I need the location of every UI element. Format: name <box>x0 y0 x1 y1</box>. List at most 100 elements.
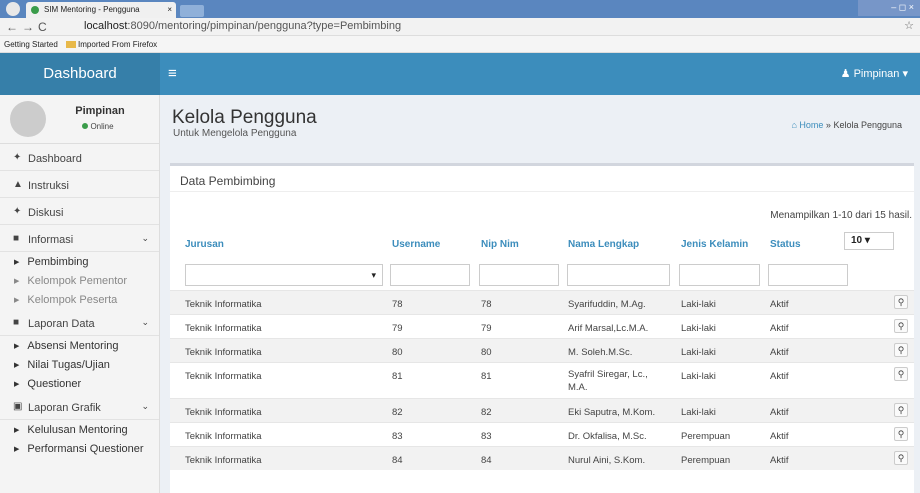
browser-menu-icon[interactable] <box>6 2 20 16</box>
view-search-icon[interactable]: ⚲ <box>894 427 908 441</box>
table-cell: M. Soleh.M.Sc. <box>568 347 633 358</box>
view-search-icon[interactable]: ⚲ <box>894 319 908 333</box>
tab-close-icon[interactable]: × <box>167 5 172 14</box>
logo[interactable]: Dashboard <box>0 53 160 95</box>
table-cell: Teknik Informatika <box>185 347 262 358</box>
table-cell: 83 <box>392 431 403 442</box>
table-cell: Aktif <box>770 431 789 442</box>
browser-tab[interactable]: SIM Mentoring - Pengguna × <box>26 2 176 18</box>
page-size-select[interactable]: 10 ▾ <box>844 232 894 250</box>
view-search-icon[interactable]: ⚲ <box>894 367 908 381</box>
bookmark-star-icon[interactable]: ☆ <box>904 19 914 32</box>
sidebar-item-dashboard[interactable]: ✦ Dashboard <box>0 144 159 171</box>
table-cell: Laki-laki <box>681 347 716 358</box>
hamburger-menu-icon[interactable]: ≡ <box>168 65 177 82</box>
main-content: Kelola Pengguna Untuk Mengelola Pengguna… <box>160 95 920 493</box>
browser-tab-strip: SIM Mentoring - Pengguna × – ◻ × <box>0 0 920 18</box>
table-cell: Perempuan <box>681 431 731 442</box>
filter-jurusan-select[interactable]: ▾ <box>185 264 383 286</box>
table-cell: 81 <box>481 371 492 382</box>
new-tab-button[interactable] <box>180 5 204 17</box>
table-cell: Teknik Informatika <box>185 455 262 466</box>
favicon-icon <box>31 6 39 14</box>
header-nama-lengkap[interactable]: Nama Lengkap <box>568 239 639 250</box>
window-controls[interactable]: – ◻ × <box>858 0 920 16</box>
sidebar-item-diskusi[interactable]: ✦ Diskusi <box>0 198 159 225</box>
filter-jenis-kelamin-input[interactable] <box>679 264 760 286</box>
table-cell: 81 <box>392 371 403 382</box>
sidebar-item-informasi[interactable]: ■ Informasi ⌄ <box>0 225 159 252</box>
table-cell: 82 <box>392 407 403 418</box>
table-cell: 82 <box>481 407 492 418</box>
table-row: Teknik Informatika 80 80 M. Soleh.M.Sc. Laki… <box>170 338 914 362</box>
table-cell: Aktif <box>770 407 789 418</box>
sidebar-subitem-kelulusan[interactable]: ▶ Kelulusan Mentoring <box>0 420 159 439</box>
table-cell: Perempuan <box>681 455 731 466</box>
sidebar-subitem-kelompok-peserta[interactable]: ▶ Kelompok Peserta <box>0 290 159 309</box>
user-icon: ♟ <box>840 68 851 80</box>
sidebar-item-laporan-grafik[interactable]: ▣ Laporan Grafik ⌄ <box>0 393 159 420</box>
back-forward-reload[interactable]: ←→C <box>6 20 51 34</box>
bookmark-getting-started[interactable]: Getting Started <box>4 40 58 49</box>
filter-nama-input[interactable] <box>567 264 670 286</box>
sidebar-item-instruksi[interactable]: ▲ Instruksi <box>0 171 159 198</box>
sidebar-subitem-pembimbing[interactable]: ▶ Pembimbing <box>0 252 159 271</box>
table-cell: 84 <box>481 455 492 466</box>
sidebar-subitem-nilai[interactable]: ▶ Nilai Tugas/Ujian <box>0 355 159 374</box>
sidebar: Pimpinan Online ✦ Dashboard ▲ Instruksi ✦ D… <box>0 95 160 493</box>
sidebar-user-name: Pimpinan <box>75 105 125 117</box>
table-cell: Laki-laki <box>681 299 716 310</box>
breadcrumb-current: Kelola Pengguna <box>833 120 902 130</box>
header-jenis-kelamin[interactable]: Jenis Kelamin <box>681 239 748 250</box>
table-cell: 78 <box>481 299 492 310</box>
table-cell: Aktif <box>770 455 789 466</box>
data-box: Data Pembimbing Menampilkan 1-10 dari 15… <box>170 163 914 493</box>
view-search-icon[interactable]: ⚲ <box>894 451 908 465</box>
table-body: Teknik Informatika 78 78 Syarifuddin, M.Ag.… <box>170 290 914 470</box>
table-cell: Laki-laki <box>681 407 716 418</box>
sidebar-subitem-questioner[interactable]: ▶ Questioner <box>0 374 159 393</box>
header-status[interactable]: Status <box>770 239 801 250</box>
filter-row: ▾ <box>170 264 914 290</box>
url-input[interactable]: localhost:8090/mentoring/pimpinan/penggu… <box>84 20 401 32</box>
view-search-icon[interactable]: ⚲ <box>894 295 908 309</box>
sidebar-subitem-performansi[interactable]: ▶ Performansi Questioner <box>0 439 159 458</box>
table-row: Teknik Informatika 82 82 Eki Saputra, M.Kom… <box>170 398 914 422</box>
view-search-icon[interactable]: ⚲ <box>894 403 908 417</box>
app-header: Dashboard ≡ ♟ Pimpinan ▾ <box>0 53 920 95</box>
group-icon: ✦ <box>13 206 22 217</box>
filter-username-input[interactable] <box>390 264 470 286</box>
filter-status-input[interactable] <box>768 264 848 286</box>
table-cell: 79 <box>392 323 403 334</box>
filter-nip-nim-input[interactable] <box>479 264 559 286</box>
folder-icon <box>66 41 77 48</box>
table-cell: Teknik Informatika <box>185 407 262 418</box>
bookmark-imported[interactable]: Imported From Firefox <box>66 40 163 49</box>
sidebar-subitem-absensi[interactable]: ▶ Absensi Mentoring <box>0 336 159 355</box>
table-row: Teknik Informatika 78 78 Syarifuddin, M.Ag.… <box>170 290 914 314</box>
table-cell: 80 <box>392 347 403 358</box>
table-cell: Eki Saputra, M.Kom. <box>568 407 656 418</box>
user-menu[interactable]: ♟ Pimpinan ▾ <box>841 67 908 80</box>
file-icon: ■ <box>13 233 20 244</box>
sidebar-item-laporan-data[interactable]: ■ Laporan Data ⌄ <box>0 309 159 336</box>
table-cell: Laki-laki <box>681 323 716 334</box>
chevron-down-icon: ⌄ <box>141 233 149 243</box>
header-jurusan[interactable]: Jurusan <box>185 239 224 250</box>
table-cell: 83 <box>481 431 492 442</box>
table-cell: Aktif <box>770 299 789 310</box>
table-cell: Aktif <box>770 347 789 358</box>
sidebar-subitem-kelompok-pementor[interactable]: ▶ Kelompok Pementor <box>0 271 159 290</box>
table-cell: Aktif <box>770 323 789 334</box>
chart-icon: ▣ <box>13 401 23 412</box>
table-header: Jurusan Username Nip Nim Nama Lengkap Je… <box>170 232 914 255</box>
header-nip-nim[interactable]: Nip Nim <box>481 239 519 250</box>
breadcrumb-home-link[interactable]: ⌂ Home <box>791 120 823 130</box>
sidebar-user-status: Online <box>58 122 138 131</box>
avatar <box>10 101 46 137</box>
table-cell: 79 <box>481 323 492 334</box>
bookmarks-bar: Getting Started Imported From Firefox <box>0 36 920 53</box>
table-cell: Teknik Informatika <box>185 299 262 310</box>
header-username[interactable]: Username <box>392 239 440 250</box>
view-search-icon[interactable]: ⚲ <box>894 343 908 357</box>
